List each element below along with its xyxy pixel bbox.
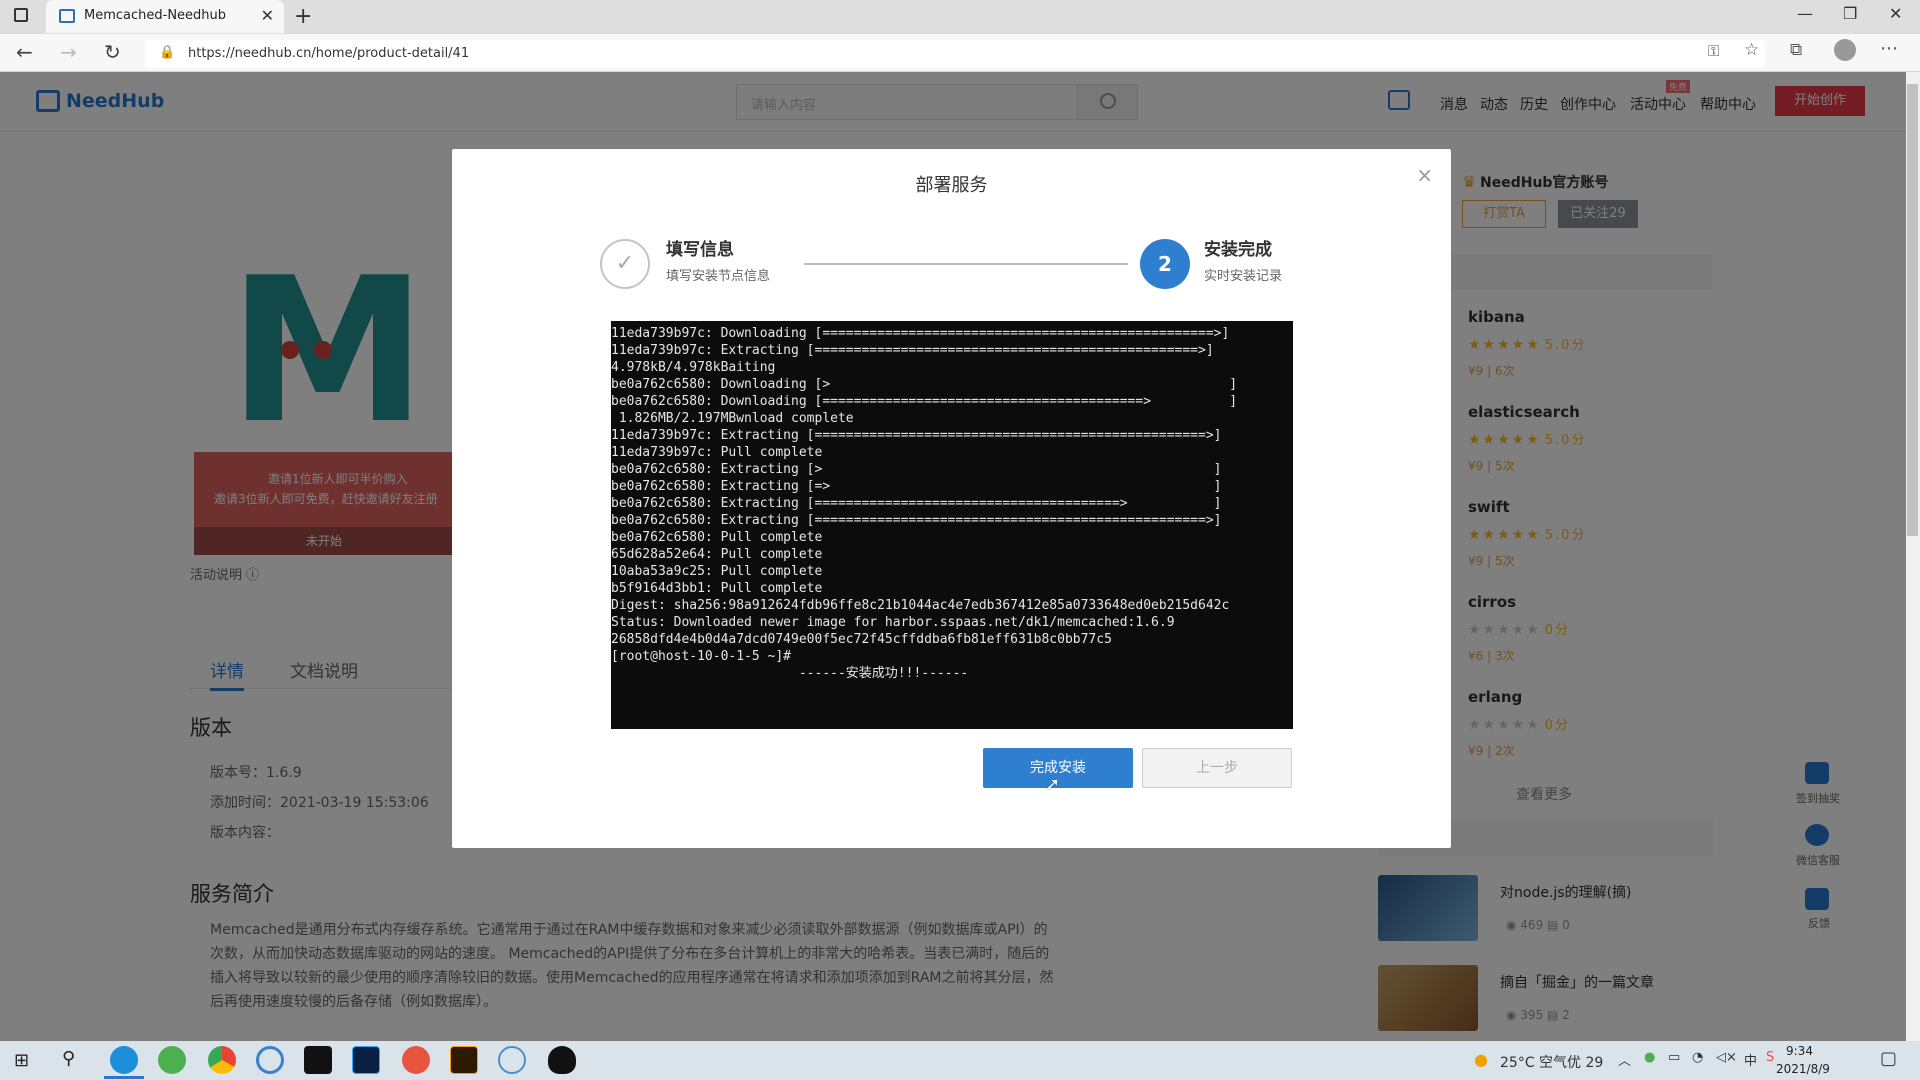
terminal-line: 26858dfd4e4b0d4a7dcd0749e00f5ec72f45cffd… xyxy=(611,632,1112,647)
sync-app-icon[interactable] xyxy=(498,1046,526,1074)
tray-volume-icon[interactable]: ◁× xyxy=(1716,1050,1737,1065)
terminal-line: 11eda739b97c: Downloading [=============… xyxy=(611,326,1230,341)
active-app-indicator xyxy=(104,1076,144,1079)
windows-start-icon[interactable]: ⊞ xyxy=(14,1050,29,1071)
terminal-line: 10aba53a9c25: Pull complete xyxy=(611,564,823,579)
qq-browser-icon[interactable] xyxy=(256,1046,284,1074)
restore-button[interactable]: ❐ xyxy=(1843,4,1857,23)
install-log-terminal[interactable]: 11eda739b97c: Downloading [=============… xyxy=(611,321,1293,729)
tray-wechat-icon[interactable]: ● xyxy=(1644,1050,1655,1065)
more-menu-icon[interactable]: ⋯ xyxy=(1880,38,1898,59)
terminal-output: 11eda739b97c: Downloading [=============… xyxy=(611,325,1293,682)
terminal-line: be0a762c6580: Extracting [==============… xyxy=(611,513,1222,528)
terminal-line: 11eda739b97c: Extracting [==============… xyxy=(611,428,1222,443)
terminal-line: ------安装成功!!!------ xyxy=(611,666,969,681)
terminal-line: 11eda739b97c: Pull complete xyxy=(611,445,823,460)
back-arrow-icon[interactable]: ← xyxy=(16,40,33,64)
step1-subtitle: 填写安装节点信息 xyxy=(666,269,771,284)
edge-browser-icon[interactable] xyxy=(110,1046,138,1074)
terminal-line: Status: Downloaded newer image for harbo… xyxy=(611,615,1175,630)
terminal-line: be0a762c6580: Pull complete xyxy=(611,530,823,545)
terminal-line: 11eda739b97c: Extracting [==============… xyxy=(611,343,1214,358)
tab-title: Memcached-Needhub xyxy=(84,8,227,23)
step-connector xyxy=(804,263,1128,265)
minimize-button[interactable]: — xyxy=(1797,4,1813,23)
weather-sun-icon: ● xyxy=(1474,1050,1488,1069)
terminal-line: b5f9164d3bb1: Pull complete xyxy=(611,581,823,596)
qq-penguin-icon[interactable] xyxy=(548,1046,576,1074)
mouse-cursor-icon: ➚ xyxy=(1045,774,1061,795)
terminal-line: be0a762c6580: Extracting [> ] xyxy=(611,462,1222,477)
screenshot-tool-icon[interactable] xyxy=(402,1046,430,1074)
modal-close-icon[interactable]: × xyxy=(1416,163,1433,187)
url-text[interactable]: https://needhub.cn/home/product-detail/4… xyxy=(188,46,469,61)
terminal-line: Digest: sha256:98a912624fdb96ffe8c21b104… xyxy=(611,598,1230,613)
url-bar[interactable]: 🔒 https://needhub.cn/home/product-detail… xyxy=(145,40,1765,68)
terminal-line: 1.826MB/2.197MBwnload complete xyxy=(611,411,854,426)
photoshop-icon[interactable] xyxy=(352,1046,380,1074)
terminal-line: 65d628a52e64: Pull complete xyxy=(611,547,823,562)
lock-icon: 🔒 xyxy=(159,45,176,60)
terminal-line: 4.978kB/4.978kBaiting xyxy=(611,360,776,375)
forward-arrow-icon[interactable]: → xyxy=(60,40,77,64)
step2-subtitle: 实时安装记录 xyxy=(1204,269,1283,284)
tab-favicon-icon xyxy=(59,9,75,23)
tray-network-icon[interactable]: ◔ xyxy=(1692,1050,1703,1065)
key-icon[interactable]: ⚿ xyxy=(1708,42,1719,60)
favorite-star-icon[interactable]: ☆ xyxy=(1744,40,1759,60)
new-tab-button[interactable]: + xyxy=(294,4,312,29)
capcut-icon[interactable] xyxy=(304,1046,332,1074)
terminal-line: be0a762c6580: Downloading [=============… xyxy=(611,394,1238,409)
tray-ime-icon[interactable]: 中 xyxy=(1744,1050,1757,1069)
tray-sogou-icon[interactable]: S xyxy=(1766,1050,1774,1065)
weather-text[interactable]: 25°C 空气优 29 xyxy=(1500,1052,1603,1072)
modal-title: 部署服务 xyxy=(915,175,988,196)
window-close-button[interactable]: ✕ xyxy=(1889,4,1902,23)
chrome-icon[interactable] xyxy=(208,1046,236,1074)
profile-avatar-icon[interactable] xyxy=(1834,39,1856,61)
step2-number: 2 xyxy=(1140,239,1190,289)
terminal-line: be0a762c6580: Extracting [=> ] xyxy=(611,479,1222,494)
deploy-service-modal: 部署服务 × ✓ 填写信息 填写安装节点信息 2 安装完成 实时安装记录 11e… xyxy=(452,149,1451,848)
tab-close-icon[interactable]: ✕ xyxy=(261,6,274,25)
wechat-icon[interactable] xyxy=(158,1046,186,1074)
clock-time[interactable]: 9:34 xyxy=(1786,1044,1813,1058)
notification-icon[interactable]: ▢ xyxy=(1880,1048,1897,1069)
tray-battery-icon[interactable]: ▭ xyxy=(1668,1050,1680,1065)
tray-chevron-icon[interactable]: ︿ xyxy=(1618,1050,1631,1069)
terminal-line: be0a762c6580: Extracting [==============… xyxy=(611,496,1222,511)
browser-tab[interactable]: Memcached-Needhub ✕ xyxy=(46,0,284,33)
browser-tab-bar: Memcached-Needhub ✕ + — ❐ ✕ xyxy=(0,0,1920,34)
terminal-line: [root@host-10-0-1-5 ~]# xyxy=(611,649,792,664)
windows-taskbar xyxy=(0,1041,1920,1080)
step1-title: 填写信息 xyxy=(666,240,734,260)
clock-date[interactable]: 2021/8/9 xyxy=(1776,1062,1830,1076)
tab-actions-icon[interactable] xyxy=(14,8,28,22)
step1-check-icon: ✓ xyxy=(600,239,650,289)
refresh-icon[interactable]: ↻ xyxy=(104,40,121,64)
scrollbar-thumb[interactable] xyxy=(1907,84,1918,536)
illustrator-icon[interactable] xyxy=(450,1046,478,1074)
previous-step-button[interactable]: 上一步 xyxy=(1142,748,1292,788)
step2-title: 安装完成 xyxy=(1204,240,1272,260)
taskbar-search-icon[interactable]: ⚲ xyxy=(62,1048,75,1069)
collections-icon[interactable]: ⧉ xyxy=(1790,40,1802,60)
terminal-line: be0a762c6580: Downloading [> ] xyxy=(611,377,1238,392)
